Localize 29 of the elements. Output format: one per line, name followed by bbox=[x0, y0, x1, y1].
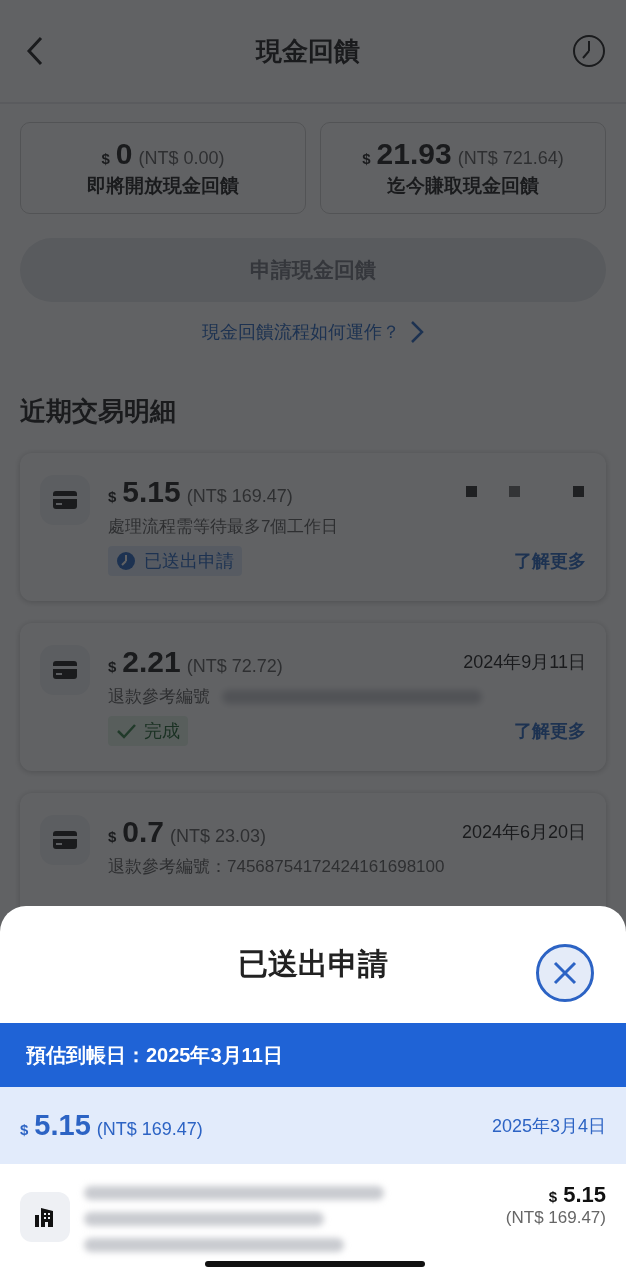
learn-more-link[interactable]: 了解更多 bbox=[514, 549, 586, 573]
request-date: 2025年3月4日 bbox=[491, 1114, 606, 1138]
converted-amount: (NT$ 169.47) bbox=[96, 1119, 203, 1140]
transaction-date: 2024年9月11日 bbox=[463, 651, 586, 674]
amount: 0 bbox=[115, 137, 133, 171]
close-button[interactable] bbox=[536, 944, 594, 1002]
summary-label: 即將開放現金回饋 bbox=[87, 174, 239, 198]
currency-sign: $ bbox=[362, 150, 371, 167]
currency-sign: $ bbox=[108, 488, 117, 505]
currency-sign: $ bbox=[101, 150, 110, 167]
transaction-date: 2024年6月20日 bbox=[461, 821, 586, 844]
currency-sign: $ bbox=[548, 1188, 558, 1205]
amount: 21.93 bbox=[376, 137, 452, 171]
estimated-date-banner: 預估到帳日：2025年3月11日 bbox=[0, 1023, 626, 1087]
sheet-title: 已送出申請 bbox=[238, 946, 388, 982]
summary-label: 迄今賺取現金回饋 bbox=[387, 174, 539, 198]
converted-amount: (NT$ 169.47) bbox=[505, 1208, 606, 1228]
amount: 5.15 bbox=[122, 475, 181, 509]
amount: 5.15 bbox=[563, 1182, 606, 1208]
page-title: 現金回饋 bbox=[256, 34, 360, 68]
learn-more-link[interactable]: 了解更多 bbox=[514, 719, 586, 743]
amount: 0.7 bbox=[122, 815, 165, 849]
currency-sign: $ bbox=[20, 1121, 29, 1138]
currency-sign: $ bbox=[108, 828, 117, 845]
amount: 2.21 bbox=[122, 645, 181, 679]
section-title: 近期交易明細 bbox=[20, 395, 177, 428]
amount: 5.15 bbox=[34, 1109, 91, 1142]
currency-sign: $ bbox=[108, 658, 117, 675]
close-icon bbox=[553, 961, 577, 985]
